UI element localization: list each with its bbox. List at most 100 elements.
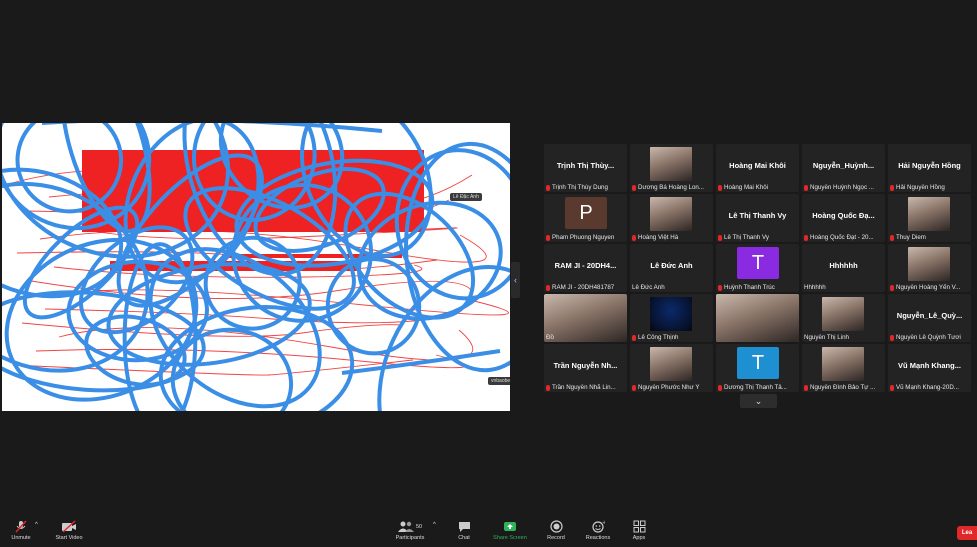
- participant-tile[interactable]: Trần Nguyễn Nh... Trần Nguyễn Nhã Lin...: [544, 344, 627, 392]
- participant-tile[interactable]: Nguyễn_Huỳnh... Nguyễn Huỳnh Ngọc ...: [802, 144, 885, 192]
- participant-video: [908, 197, 950, 231]
- microphone-muted-icon: [718, 184, 722, 191]
- participant-name: Pham Phuong Nguyen: [552, 234, 615, 241]
- participant-name: Lê Công Thịnh: [638, 334, 679, 341]
- microphone-muted-icon: [890, 234, 894, 241]
- participants-count: 50: [415, 523, 423, 530]
- participants-options-caret[interactable]: ^: [433, 522, 436, 528]
- participant-tile[interactable]: P Pham Phuong Nguyen: [544, 194, 627, 242]
- participant-display-name: Nguyễn_Lê_Quỳ...: [896, 311, 963, 320]
- participant-name-label: RAM JI - 20DH481787: [546, 284, 625, 291]
- participant-tile[interactable]: Hoàng Mai Khôi Hoàng Mai Khôi: [716, 144, 799, 192]
- participant-name-label: Lê Đức Anh: [632, 284, 711, 291]
- microphone-muted-icon: [546, 184, 550, 191]
- participant-display-name: Lê Đức Anh: [650, 261, 693, 270]
- apps-icon: [633, 520, 645, 533]
- participant-tile[interactable]: Nguyễn Hoàng Yến V...: [888, 244, 971, 292]
- participant-name-label: Trịnh Thị Thùy Dung: [546, 184, 625, 191]
- leave-button[interactable]: Lea: [957, 526, 977, 540]
- participant-video: [716, 294, 799, 342]
- participant-display-name: Hoàng Quốc Đạ...: [812, 211, 875, 220]
- chat-button[interactable]: Chat: [452, 520, 476, 541]
- participant-name-label: Pham Phuong Nguyen: [546, 234, 625, 241]
- participant-display-name: Lê Thị Thanh Vy: [728, 211, 787, 220]
- participant-name-label: Vũ Mạnh Khang-20D...: [890, 384, 969, 391]
- chevron-down-icon[interactable]: ⌄: [740, 394, 777, 408]
- participant-name: Hoàng Quốc Đạt - 20...: [810, 234, 874, 241]
- participant-name-label: Hải Nguyễn Hồng: [890, 184, 969, 191]
- microphone-muted-icon: [718, 284, 722, 291]
- collapse-gallery-handle[interactable]: ‹: [511, 262, 520, 298]
- participant-name: Dương Thị Thanh Tâ...: [724, 384, 787, 391]
- participant-name-label: Nguyễn Đình Bảo Tự ...: [804, 384, 883, 391]
- audio-options-caret[interactable]: ^: [35, 522, 38, 528]
- participant-name: Hhhhhh: [804, 284, 826, 291]
- participant-tile[interactable]: [716, 294, 799, 342]
- participant-video: [908, 247, 950, 281]
- record-button[interactable]: Record: [543, 520, 569, 541]
- microphone-muted-icon: [632, 184, 636, 191]
- participant-name: Nguyễn Huỳnh Ngọc ...: [810, 184, 874, 191]
- participant-tile[interactable]: Hoàng Quốc Đạ... Hoàng Quốc Đạt - 20...: [802, 194, 885, 242]
- microphone-muted-icon: [890, 184, 894, 191]
- participant-tile[interactable]: Hải Nguyễn Hồng Hải Nguyễn Hồng: [888, 144, 971, 192]
- record-icon: [549, 520, 563, 533]
- participant-tile[interactable]: Lê Công Thịnh: [630, 294, 713, 342]
- participant-tile[interactable]: Dương Bá Hoàng Lon...: [630, 144, 713, 192]
- participant-display-name: Hải Nguyễn Hồng: [898, 161, 961, 170]
- participant-name: Lê Thị Thanh Vy: [724, 234, 769, 241]
- participant-display-name: Trịnh Thị Thùy...: [556, 161, 615, 170]
- participant-tile[interactable]: Trịnh Thị Thùy... Trịnh Thị Thùy Dung: [544, 144, 627, 192]
- participant-name: Hải Nguyễn Hồng: [896, 184, 945, 191]
- unmute-button[interactable]: Unmute: [8, 520, 34, 541]
- participant-name: Nguyễn Thị Linh: [804, 334, 849, 341]
- participant-tile[interactable]: Đồ: [544, 294, 627, 342]
- meeting-toolbar: Unmute ^ Start Video 50 Participants ^ C…: [0, 516, 977, 547]
- microphone-muted-icon: [718, 384, 722, 391]
- participant-name: Hoàng Việt Hà: [638, 234, 679, 241]
- microphone-muted-icon: [546, 384, 550, 391]
- participant-display-name: Trần Nguyễn Nh...: [553, 361, 618, 370]
- video-off-icon: [62, 520, 76, 533]
- participant-tile[interactable]: Hoàng Việt Hà: [630, 194, 713, 242]
- participant-tile[interactable]: Nguyễn_Lê_Quỳ... Nguyễn Lê Quỳnh Tươi: [888, 294, 971, 342]
- shared-screen: Lê Đặc Anh vnbaobe: [2, 123, 510, 411]
- participant-tile[interactable]: Vũ Mạnh Khang... Vũ Mạnh Khang-20D...: [888, 344, 971, 392]
- start-video-button[interactable]: Start Video: [52, 520, 86, 541]
- participant-tile[interactable]: T Huỳnh Thanh Trúc: [716, 244, 799, 292]
- participant-tile[interactable]: RAM JI - 20DH4... RAM JI - 20DH481787: [544, 244, 627, 292]
- participant-display-name: Hoàng Mai Khôi: [729, 161, 786, 170]
- microphone-muted-icon: [546, 284, 550, 291]
- participant-name: Đồ: [546, 334, 554, 341]
- svg-text:+: +: [602, 520, 605, 526]
- participant-name-label: Đồ: [546, 334, 625, 341]
- participant-name: Trần Nguyễn Nhã Lin...: [552, 384, 616, 391]
- participant-name: Huỳnh Thanh Trúc: [724, 284, 775, 291]
- participant-display-name: Vũ Mạnh Khang...: [898, 361, 961, 370]
- participant-tile[interactable]: T Dương Thị Thanh Tâ...: [716, 344, 799, 392]
- participant-name-label: Nguyễn Phước Như Ý: [632, 384, 711, 391]
- participant-video: [822, 347, 864, 381]
- participant-tile[interactable]: Lê Thị Thanh Vy Lê Thị Thanh Vy: [716, 194, 799, 242]
- share-screen-label: Share Screen: [493, 535, 527, 541]
- share-screen-icon: [504, 522, 516, 531]
- participant-tile[interactable]: Nguyễn Đình Bảo Tự ...: [802, 344, 885, 392]
- participant-video: [650, 147, 692, 181]
- reactions-button[interactable]: + Reactions: [583, 520, 613, 541]
- participant-name: Nguyễn Hoàng Yến V...: [896, 284, 961, 291]
- microphone-muted-icon: [546, 234, 550, 241]
- red-annotation-stroke: [21, 322, 403, 337]
- avatar: T: [737, 247, 779, 279]
- participant-tile[interactable]: Hhhhhh Hhhhhh: [802, 244, 885, 292]
- participant-tile[interactable]: Thuy Diem: [888, 194, 971, 242]
- apps-button[interactable]: Apps: [628, 520, 650, 541]
- participant-name: Lê Đức Anh: [632, 284, 665, 291]
- share-screen-button[interactable]: Share Screen: [490, 520, 530, 541]
- participant-tile[interactable]: Lê Đức Anh Lê Đức Anh: [630, 244, 713, 292]
- participant-name-label: Dương Thị Thanh Tâ...: [718, 384, 797, 391]
- participants-button[interactable]: 50 Participants: [392, 520, 428, 541]
- participant-name: Nguyễn Phước Như Ý: [638, 384, 700, 391]
- participant-tile[interactable]: Nguyễn Thị Linh: [802, 294, 885, 342]
- participant-tile[interactable]: Nguyễn Phước Như Ý: [630, 344, 713, 392]
- participant-name: Nguyễn Lê Quỳnh Tươi: [896, 334, 961, 341]
